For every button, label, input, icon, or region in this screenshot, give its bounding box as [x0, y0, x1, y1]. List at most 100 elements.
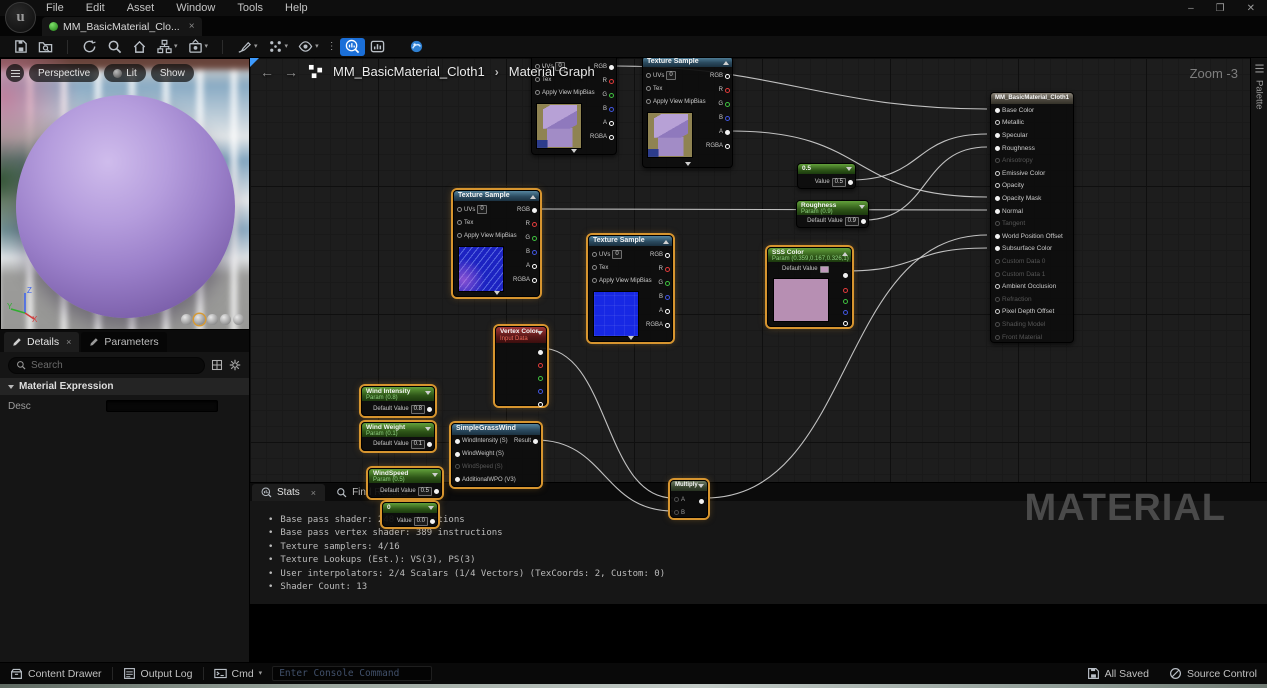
- pin[interactable]: [843, 288, 848, 293]
- apply-button[interactable]: [77, 38, 102, 56]
- pin[interactable]: [699, 499, 704, 504]
- material-graph-canvas[interactable]: Texture SampleUVs0TexApply View MipBiasR…: [250, 58, 1250, 540]
- pin[interactable]: [427, 407, 432, 412]
- pin[interactable]: [725, 102, 730, 107]
- pin[interactable]: [538, 389, 543, 394]
- pin[interactable]: [665, 309, 670, 314]
- output-log-button[interactable]: Output Log: [113, 663, 203, 684]
- pin[interactable]: [646, 99, 651, 104]
- pin[interactable]: [665, 281, 670, 286]
- pin[interactable]: [725, 144, 730, 149]
- forward-arrow-icon[interactable]: →: [284, 65, 298, 79]
- pin[interactable]: [455, 439, 460, 444]
- preview-state-button[interactable]: ▾: [263, 38, 294, 56]
- tab-details[interactable]: Details ×: [4, 332, 79, 352]
- pin[interactable]: [995, 146, 1000, 151]
- pin[interactable]: [861, 219, 866, 224]
- search-button[interactable]: [102, 38, 127, 56]
- pin[interactable]: [843, 273, 848, 278]
- pin[interactable]: [532, 250, 537, 255]
- all-saved-button[interactable]: All Saved: [1077, 667, 1159, 680]
- pin[interactable]: [995, 297, 1000, 302]
- pin[interactable]: [848, 180, 853, 185]
- pin[interactable]: [995, 335, 1000, 340]
- tab-close-icon[interactable]: ×: [189, 21, 195, 32]
- palette-sidebar-tab[interactable]: Palette: [1250, 58, 1267, 540]
- pin[interactable]: [665, 323, 670, 328]
- pin[interactable]: [725, 116, 730, 121]
- pin[interactable]: [995, 209, 1000, 214]
- unreal-logo-icon[interactable]: u: [5, 2, 36, 33]
- node-vertex-color[interactable]: Vertex ColorInput Data: [495, 326, 547, 406]
- node-constant-0[interactable]: 00.0Value: [382, 502, 438, 527]
- pin[interactable]: [995, 108, 1000, 113]
- node-multiply[interactable]: MultiplyAB: [670, 480, 708, 518]
- pin[interactable]: [592, 278, 597, 283]
- save-button[interactable]: [8, 38, 33, 56]
- pin[interactable]: [434, 489, 439, 494]
- platform-stats-button[interactable]: [365, 38, 390, 56]
- pin[interactable]: [665, 295, 670, 300]
- sphere-mesh-button[interactable]: [194, 314, 205, 325]
- hide-unrelated-button[interactable]: ▾: [293, 38, 324, 56]
- pin[interactable]: [609, 79, 614, 84]
- breadcrumb-current[interactable]: Material Graph: [509, 64, 595, 79]
- pin[interactable]: [609, 65, 614, 70]
- pin[interactable]: [532, 222, 537, 227]
- node-texture-sample-normal[interactable]: Texture SampleUVs0TexApply View MipBiasR…: [453, 190, 540, 297]
- pin[interactable]: [457, 207, 462, 212]
- pin[interactable]: [995, 259, 1000, 264]
- pin[interactable]: [430, 519, 435, 524]
- cylinder-mesh-button[interactable]: [181, 314, 192, 325]
- pin[interactable]: [532, 236, 537, 241]
- pin[interactable]: [725, 74, 730, 79]
- home-button[interactable]: [127, 38, 152, 56]
- pin[interactable]: [532, 208, 537, 213]
- pin[interactable]: [457, 220, 462, 225]
- pin[interactable]: [665, 253, 670, 258]
- node-param-windspeed[interactable]: WindSpeedParam (0.5)0.5Default Value: [368, 468, 442, 498]
- pin[interactable]: [538, 350, 543, 355]
- stats-button[interactable]: [340, 38, 365, 56]
- node-texture-sample-2[interactable]: Texture SampleUVs0TexApply View MipBiasR…: [642, 58, 733, 168]
- pin[interactable]: [995, 196, 1000, 201]
- pin[interactable]: [646, 86, 651, 91]
- clean-graph-button[interactable]: ▾: [232, 38, 263, 56]
- tab-parameters[interactable]: Parameters: [81, 332, 166, 352]
- pin[interactable]: [532, 278, 537, 283]
- menu-edit[interactable]: Edit: [86, 2, 105, 14]
- custom-mesh-button[interactable]: [233, 314, 244, 325]
- pin[interactable]: [609, 93, 614, 98]
- pin[interactable]: [646, 73, 651, 78]
- pin[interactable]: [455, 452, 460, 457]
- pin[interactable]: [455, 477, 460, 482]
- viewport-menu-icon[interactable]: [6, 64, 24, 82]
- column-settings-icon[interactable]: [211, 359, 223, 371]
- pin[interactable]: [995, 272, 1000, 277]
- node-texture-sample-mask[interactable]: Texture SampleUVs0TexApply View MipBiasR…: [588, 235, 673, 342]
- node-param-roughness[interactable]: RoughnessParam (0.9)0.9Default Value: [796, 200, 869, 228]
- pin[interactable]: [995, 309, 1000, 314]
- node-param-wind-intensity[interactable]: Wind IntensityParam (0.8)0.8Default Valu…: [361, 386, 435, 416]
- pin[interactable]: [995, 221, 1000, 226]
- content-drawer-button[interactable]: Content Drawer: [0, 663, 112, 684]
- pin[interactable]: [533, 439, 538, 444]
- menu-window[interactable]: Window: [176, 2, 215, 14]
- pin[interactable]: [674, 497, 679, 502]
- menu-file[interactable]: File: [46, 2, 64, 14]
- pin[interactable]: [995, 183, 1000, 188]
- preview-viewport[interactable]: Perspective Lit Show Z Y X: [0, 58, 250, 330]
- source-control-button[interactable]: Source Control: [1159, 667, 1267, 680]
- node-constant-05[interactable]: 0.50.5Value: [797, 163, 856, 189]
- pin[interactable]: [592, 265, 597, 270]
- search-input[interactable]: [31, 360, 197, 371]
- minimize-button[interactable]: –: [1188, 3, 1194, 14]
- pin[interactable]: [427, 442, 432, 447]
- pin[interactable]: [592, 252, 597, 257]
- node-param-sss-color[interactable]: SSS ColorParam (0.359,0.167,0.326,1)Defa…: [767, 247, 852, 327]
- pin[interactable]: [995, 322, 1000, 327]
- menu-asset[interactable]: Asset: [127, 2, 155, 14]
- section-material-expression[interactable]: Material Expression: [0, 378, 249, 395]
- pin[interactable]: [455, 464, 460, 469]
- shader-complexity-button[interactable]: [404, 38, 429, 56]
